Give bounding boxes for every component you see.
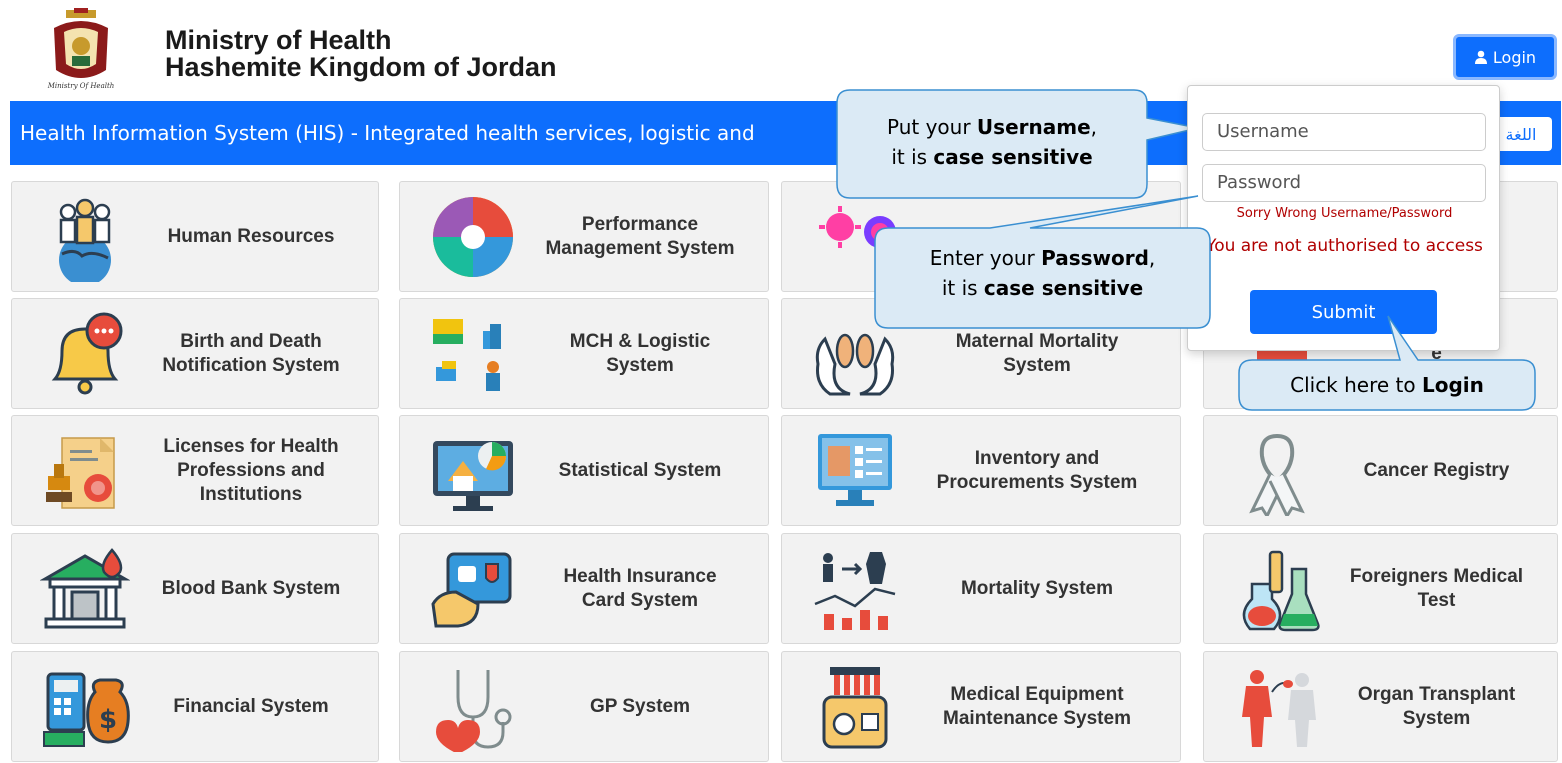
mortality-chart-icon [814, 552, 896, 630]
system-tile-label: Human Resources [167, 225, 335, 247]
system-tile-label: Cancer Registry [1363, 459, 1510, 481]
system-tile[interactable]: Performance Management System [399, 181, 769, 292]
inventory-monitor-icon [818, 434, 892, 506]
system-tile[interactable]: Cancer Registry [1203, 415, 1558, 526]
submit-label: Submit [1311, 301, 1376, 323]
system-tile[interactable]: Organ Transplant System [1203, 651, 1558, 762]
login-button[interactable]: Login [1453, 34, 1557, 80]
error-message-access: You are not authorised to access [1206, 236, 1483, 256]
system-tile-label: Foreigners Medical Test [1349, 565, 1524, 611]
login-callout-text: Click here to Login [1290, 373, 1484, 397]
license-stamp-icon [46, 437, 115, 509]
error-message-small: Sorry Wrong Username/Password [1236, 206, 1453, 221]
system-tile[interactable]: Mortality System [781, 533, 1181, 644]
system-tile-label: Health Insurance Card System [563, 565, 717, 611]
system-tile-label: Statistical System [558, 459, 722, 481]
system-tile[interactable]: MCH & Logistic System [399, 298, 769, 409]
blood-bank-icon [40, 548, 130, 629]
system-tile[interactable]: Foreigners Medical Test [1203, 533, 1558, 644]
username-callout-text: Put your Username, it is case sensitive [887, 115, 1097, 169]
logistics-icon [433, 319, 501, 391]
statistics-monitor-icon [433, 441, 513, 511]
system-tile[interactable]: Blood Bank System [11, 533, 379, 644]
language-label: اللغة [1505, 124, 1537, 144]
submit-button[interactable]: Submit [1250, 290, 1437, 334]
user-icon [1474, 50, 1487, 64]
ministry-logo-icon: Ministry Of Health [47, 8, 115, 90]
system-tile-label: Mortality System [960, 577, 1114, 599]
system-tile-label: Organ Transplant System [1357, 683, 1516, 729]
ministry-title: Ministry of Health [165, 25, 392, 55]
ribbon-icon [1249, 433, 1305, 516]
system-tile[interactable]: Statistical System [399, 415, 769, 526]
money-calculator-icon: $ [43, 672, 130, 747]
bell-notification-icon [51, 312, 123, 395]
svg-text:Ministry Of Health: Ministry Of Health [47, 82, 115, 90]
username-input[interactable]: Username [1202, 113, 1486, 151]
banner-text: Health Information System (HIS) - Integr… [20, 121, 755, 145]
lab-equipment-icon [822, 667, 888, 749]
lab-flasks-icon [1242, 550, 1320, 632]
system-tile[interactable]: Maternal Mortality System [781, 298, 1181, 409]
system-tile-label: Inventory and Procurements System [936, 447, 1138, 493]
hands-feet-icon [815, 333, 895, 396]
insurance-card-icon [431, 552, 512, 628]
stethoscope-icon [436, 670, 512, 752]
system-tile[interactable]: Birth and Death Notification System [11, 298, 379, 409]
login-dropdown: Username Password Sorry Wrong Username/P… [1187, 85, 1500, 351]
system-tile-label: Financial System [173, 695, 329, 717]
system-tile[interactable]: $ Financial System [11, 651, 379, 762]
system-tile-label: GP System [590, 695, 690, 717]
system-tile[interactable]: GP System [399, 651, 769, 762]
system-tile-label: MCH & Logistic System [569, 330, 711, 376]
password-input[interactable]: Password [1202, 164, 1486, 202]
system-tile[interactable]: Medical Equipment Maintenance System [781, 651, 1181, 762]
system-tile[interactable]: Human Resources [11, 181, 379, 292]
system-tile[interactable]: Health Insurance Card System [399, 533, 769, 644]
system-tile-label: Birth and Death Notification System [162, 330, 340, 376]
performance-wheel-icon [433, 197, 513, 277]
login-button-label: Login [1492, 47, 1537, 67]
organ-transplant-icon [1242, 670, 1316, 747]
system-tile-label: Medical Equipment Maintenance System [943, 683, 1131, 729]
password-callout-text: Enter your Password, it is case sensitiv… [929, 246, 1156, 300]
human-resources-icon [59, 198, 111, 282]
svg-text:$: $ [99, 705, 117, 735]
system-tile-label: Licenses for Health Professions and Inst… [163, 435, 339, 505]
system-tile-label: Maternal Mortality System [955, 330, 1119, 376]
system-tile[interactable]: Licenses for Health Professions and Inst… [11, 415, 379, 526]
system-tile-label: Performance Management System [545, 213, 735, 259]
system-tile-label: Blood Bank System [161, 577, 341, 599]
system-tile[interactable]: Inventory and Procurements System [781, 415, 1181, 526]
country-title: Hashemite Kingdom of Jordan [165, 52, 557, 82]
